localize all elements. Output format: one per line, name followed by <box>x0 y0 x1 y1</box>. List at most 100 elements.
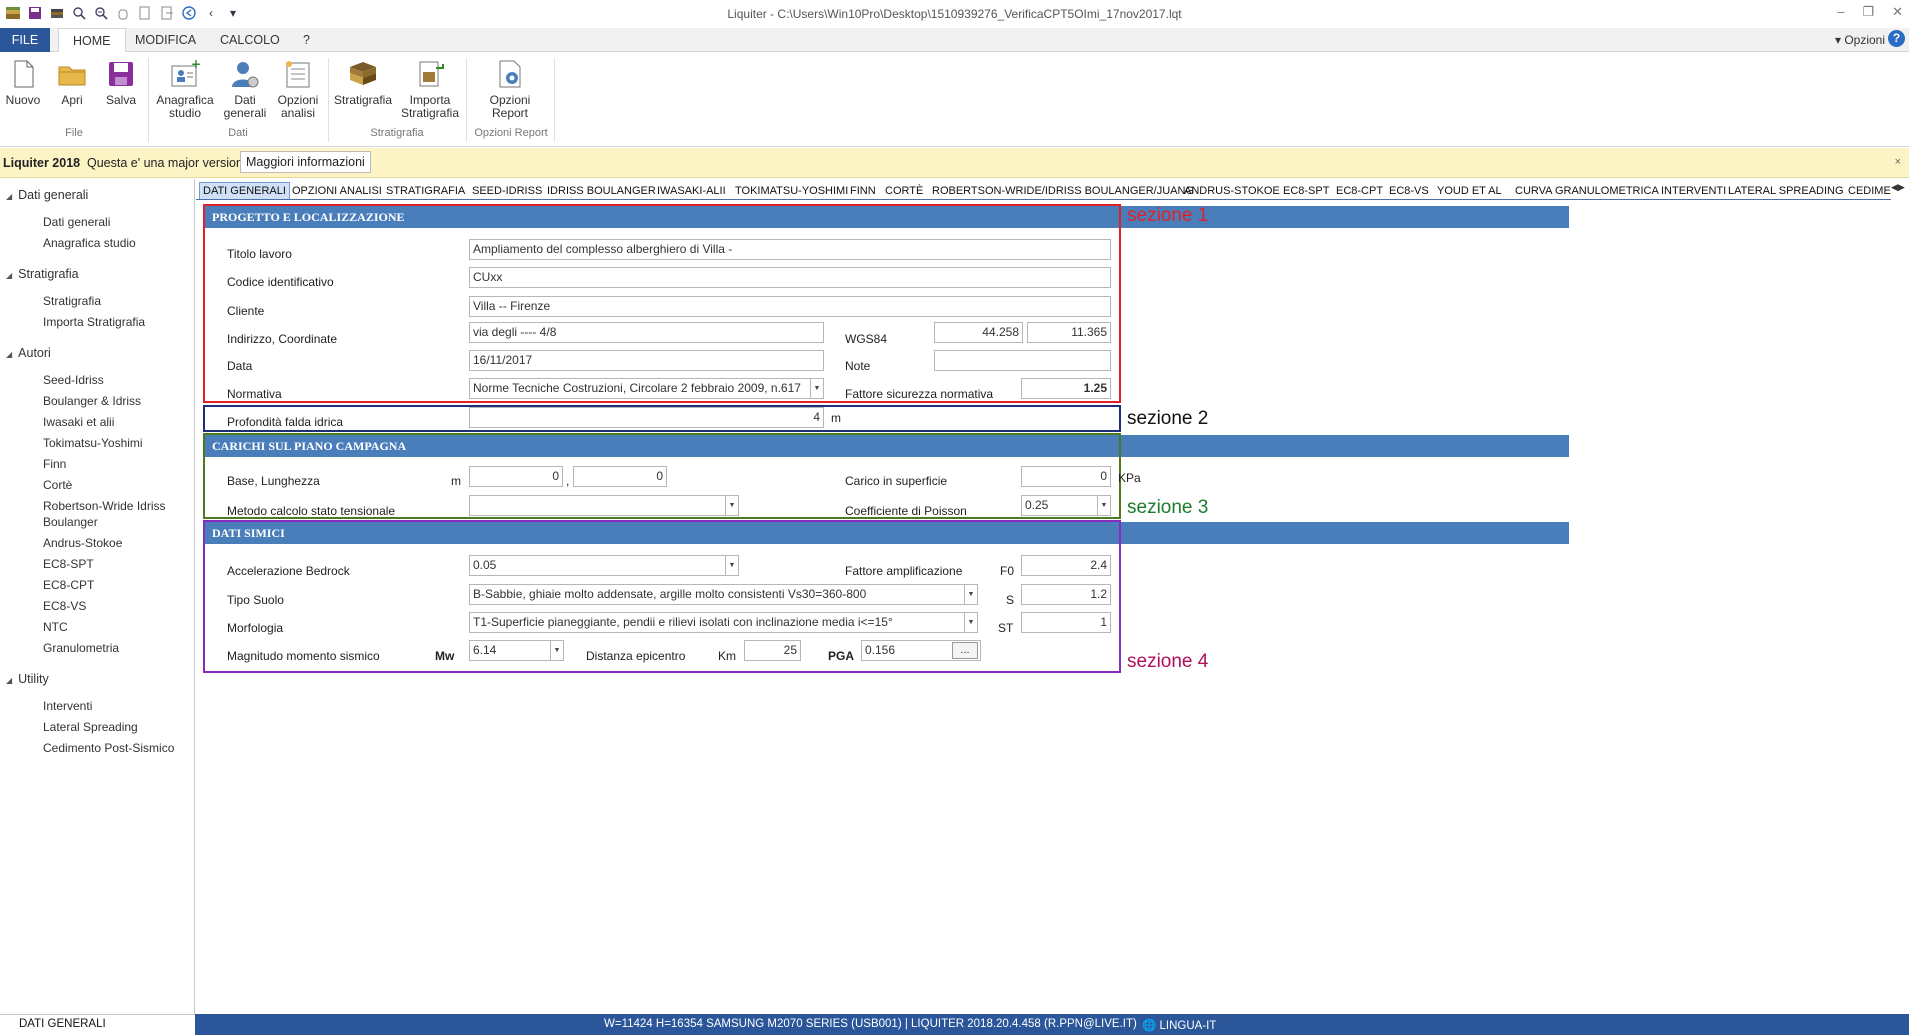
nav-item-cedimento-post-sismico[interactable]: Cedimento Post-Sismico <box>43 741 174 755</box>
metodo-select[interactable]: ▼ <box>469 495 739 516</box>
pga-input[interactable]: 0.156 ... <box>861 640 981 661</box>
nav-item-ec8-cpt[interactable]: EC8-CPT <box>43 578 94 592</box>
open-button[interactable]: Apri <box>54 58 90 107</box>
close-icon[interactable]: × <box>1895 156 1901 168</box>
carico-input[interactable]: 0 <box>1021 466 1111 487</box>
acc-select[interactable]: 0.05 ▼ <box>469 555 739 576</box>
data-input[interactable]: 16/11/2017 <box>469 350 824 371</box>
tab-youd-et-al[interactable]: YOUD ET AL <box>1434 183 1505 199</box>
nav-item-lateral-spreading[interactable]: Lateral Spreading <box>43 720 138 734</box>
titolo-input[interactable]: Ampliamento del complesso alberghiero di… <box>469 239 1111 260</box>
options-menu[interactable]: ▾ Opzioni <box>1835 33 1885 47</box>
nav-item-robertson-wride[interactable]: Robertson-Wride Idriss <box>43 499 165 513</box>
s-input[interactable]: 1.2 <box>1021 584 1111 605</box>
tab-idriss-boulanger[interactable]: IDRISS BOULANGER <box>544 183 659 199</box>
latitude-input[interactable]: 44.258 <box>934 322 1023 343</box>
nav-item-seed-idriss[interactable]: Seed-Idriss <box>43 373 104 387</box>
tab-lateral-spreading[interactable]: LATERAL SPREADING <box>1725 183 1847 199</box>
nav-group-utility[interactable]: ◢ Utility <box>6 672 49 686</box>
status-language[interactable]: 🌐 LINGUA-IT <box>1142 1018 1216 1032</box>
tab-stratigrafia[interactable]: STRATIGRAFIA <box>383 183 468 199</box>
tab-andrus-stokoe[interactable]: ANDRUS-STOKOE <box>1181 183 1283 199</box>
opzioni-analisi-button[interactable]: Opzioni analisi <box>274 58 322 120</box>
poisson-select[interactable]: 0.25 ▼ <box>1021 495 1111 516</box>
nav-item-ntc[interactable]: NTC <box>43 620 68 634</box>
chevron-down-icon[interactable]: ▼ <box>964 585 977 604</box>
base-input[interactable]: 0 <box>469 466 563 487</box>
tab-tokimatsu-yoshimi[interactable]: TOKIMATSU-YOSHIMI <box>732 183 851 199</box>
nav-item-ec8-spt[interactable]: EC8-SPT <box>43 557 94 571</box>
nav-item-importa-stratigrafia[interactable]: Importa Stratigrafia <box>43 315 145 329</box>
chevron-left-icon[interactable]: ◀ <box>1891 182 1898 192</box>
importa-stratigrafia-button[interactable]: Importa Stratigrafia <box>400 58 460 120</box>
restore-icon[interactable]: ❐ <box>1862 4 1874 20</box>
chevron-down-icon[interactable]: ▼ <box>725 496 738 515</box>
nav-item-corte[interactable]: Cortè <box>43 478 72 492</box>
tab-ec8-vs[interactable]: EC8-VS <box>1386 183 1432 199</box>
note-input[interactable] <box>934 350 1111 371</box>
nav-item-stratigrafia[interactable]: Stratigrafia <box>43 294 101 308</box>
st-input[interactable]: 1 <box>1021 612 1111 633</box>
chevron-right-icon[interactable]: ▶ <box>1898 182 1905 192</box>
tab-file[interactable]: FILE <box>0 28 50 52</box>
f0-input[interactable]: 2.4 <box>1021 555 1111 576</box>
falda-input[interactable]: 4 <box>469 407 824 428</box>
tab-dati-generali[interactable]: DATI GENERALI <box>199 182 290 199</box>
tab-ec8-spt[interactable]: EC8-SPT <box>1280 183 1332 199</box>
nav-item-ec8-vs[interactable]: EC8-VS <box>43 599 86 613</box>
chevron-down-icon[interactable]: ▼ <box>1097 496 1110 515</box>
mw-select[interactable]: 6.14 ▼ <box>469 640 564 661</box>
tab-corte[interactable]: CORTÈ <box>882 183 926 199</box>
nav-item-dati-generali[interactable]: Dati generali <box>43 215 110 229</box>
stratigrafia-button[interactable]: Stratigrafia <box>334 58 392 107</box>
nav-item-iwasaki[interactable]: Iwasaki et alii <box>43 415 114 429</box>
dati-generali-button[interactable]: Dati generali <box>222 58 268 120</box>
tab-robertson-wride[interactable]: ROBERTSON-WRIDE/IDRISS BOULANGER/JUANG <box>929 183 1197 199</box>
anagrafica-studio-button[interactable]: + Anagrafica studio <box>154 57 216 120</box>
tab-interventi[interactable]: INTERVENTI <box>1658 183 1729 199</box>
chevron-down-icon[interactable]: ▼ <box>725 556 738 575</box>
nav-item-andrus-stokoe[interactable]: Andrus-Stokoe <box>43 536 122 550</box>
opzioni-report-button[interactable]: Opzioni Report <box>480 58 540 120</box>
suolo-select[interactable]: B-Sabbie, ghiaie molto addensate, argill… <box>469 584 978 605</box>
lunghezza-input[interactable]: 0 <box>573 466 667 487</box>
nav-item-finn[interactable]: Finn <box>43 457 66 471</box>
nav-item-robertson-wride-line2[interactable]: Boulanger <box>43 515 98 529</box>
help-icon[interactable]: ? <box>1888 30 1905 47</box>
nav-item-tokimatsu[interactable]: Tokimatsu-Yoshimi <box>43 436 143 450</box>
chevron-down-icon[interactable]: ▼ <box>964 613 977 632</box>
minimize-icon[interactable]: – <box>1837 4 1844 20</box>
tab-finn[interactable]: FINN <box>847 183 879 199</box>
cliente-input[interactable]: Villa -- Firenze <box>469 296 1111 317</box>
normativa-select[interactable]: Norme Tecniche Costruzioni, Circolare 2 … <box>469 378 824 399</box>
more-info-button[interactable]: Maggiori informazioni <box>240 151 371 173</box>
fattore-input[interactable]: 1.25 <box>1021 378 1111 399</box>
morfologia-select[interactable]: T1-Superficie pianeggiante, pendii e ril… <box>469 612 978 633</box>
tab-modifica[interactable]: MODIFICA <box>121 28 210 52</box>
tab-home[interactable]: HOME <box>58 28 126 53</box>
save-button[interactable]: Salva <box>102 58 140 107</box>
distanza-input[interactable]: 25 <box>744 640 801 661</box>
indirizzo-input[interactable]: via degli ---- 4/8 <box>469 322 824 343</box>
tab-scroll-arrows[interactable]: ◀▶ <box>1891 182 1909 200</box>
tab-calcolo[interactable]: CALCOLO <box>206 28 294 52</box>
nav-group-autori[interactable]: ◢ Autori <box>6 346 51 360</box>
tab-curva-granulometrica[interactable]: CURVA GRANULOMETRICA <box>1512 183 1662 199</box>
nav-group-stratigrafia[interactable]: ◢ Stratigrafia <box>6 267 79 281</box>
nav-item-interventi[interactable]: Interventi <box>43 699 92 713</box>
nav-item-granulometria[interactable]: Granulometria <box>43 641 119 655</box>
close-icon[interactable]: ✕ <box>1892 4 1903 20</box>
tab-iwasaki-alii[interactable]: IWASAKI-ALII <box>654 183 729 199</box>
tab-ec8-cpt[interactable]: EC8-CPT <box>1333 183 1386 199</box>
codice-input[interactable]: CUxx <box>469 267 1111 288</box>
tab-seed-idriss[interactable]: SEED-IDRISS <box>469 183 545 199</box>
nav-item-boulanger-idriss[interactable]: Boulanger & Idriss <box>43 394 141 408</box>
tab-help[interactable]: ? <box>289 28 324 52</box>
nav-item-anagrafica-studio[interactable]: Anagrafica studio <box>43 236 136 250</box>
new-button[interactable]: Nuovo <box>4 58 42 107</box>
nav-group-dati-generali[interactable]: ◢ Dati generali <box>6 188 88 202</box>
chevron-down-icon[interactable]: ▼ <box>550 641 563 660</box>
longitude-input[interactable]: 11.365 <box>1027 322 1111 343</box>
pga-calc-button[interactable]: ... <box>952 642 978 659</box>
chevron-down-icon[interactable]: ▼ <box>810 379 823 398</box>
